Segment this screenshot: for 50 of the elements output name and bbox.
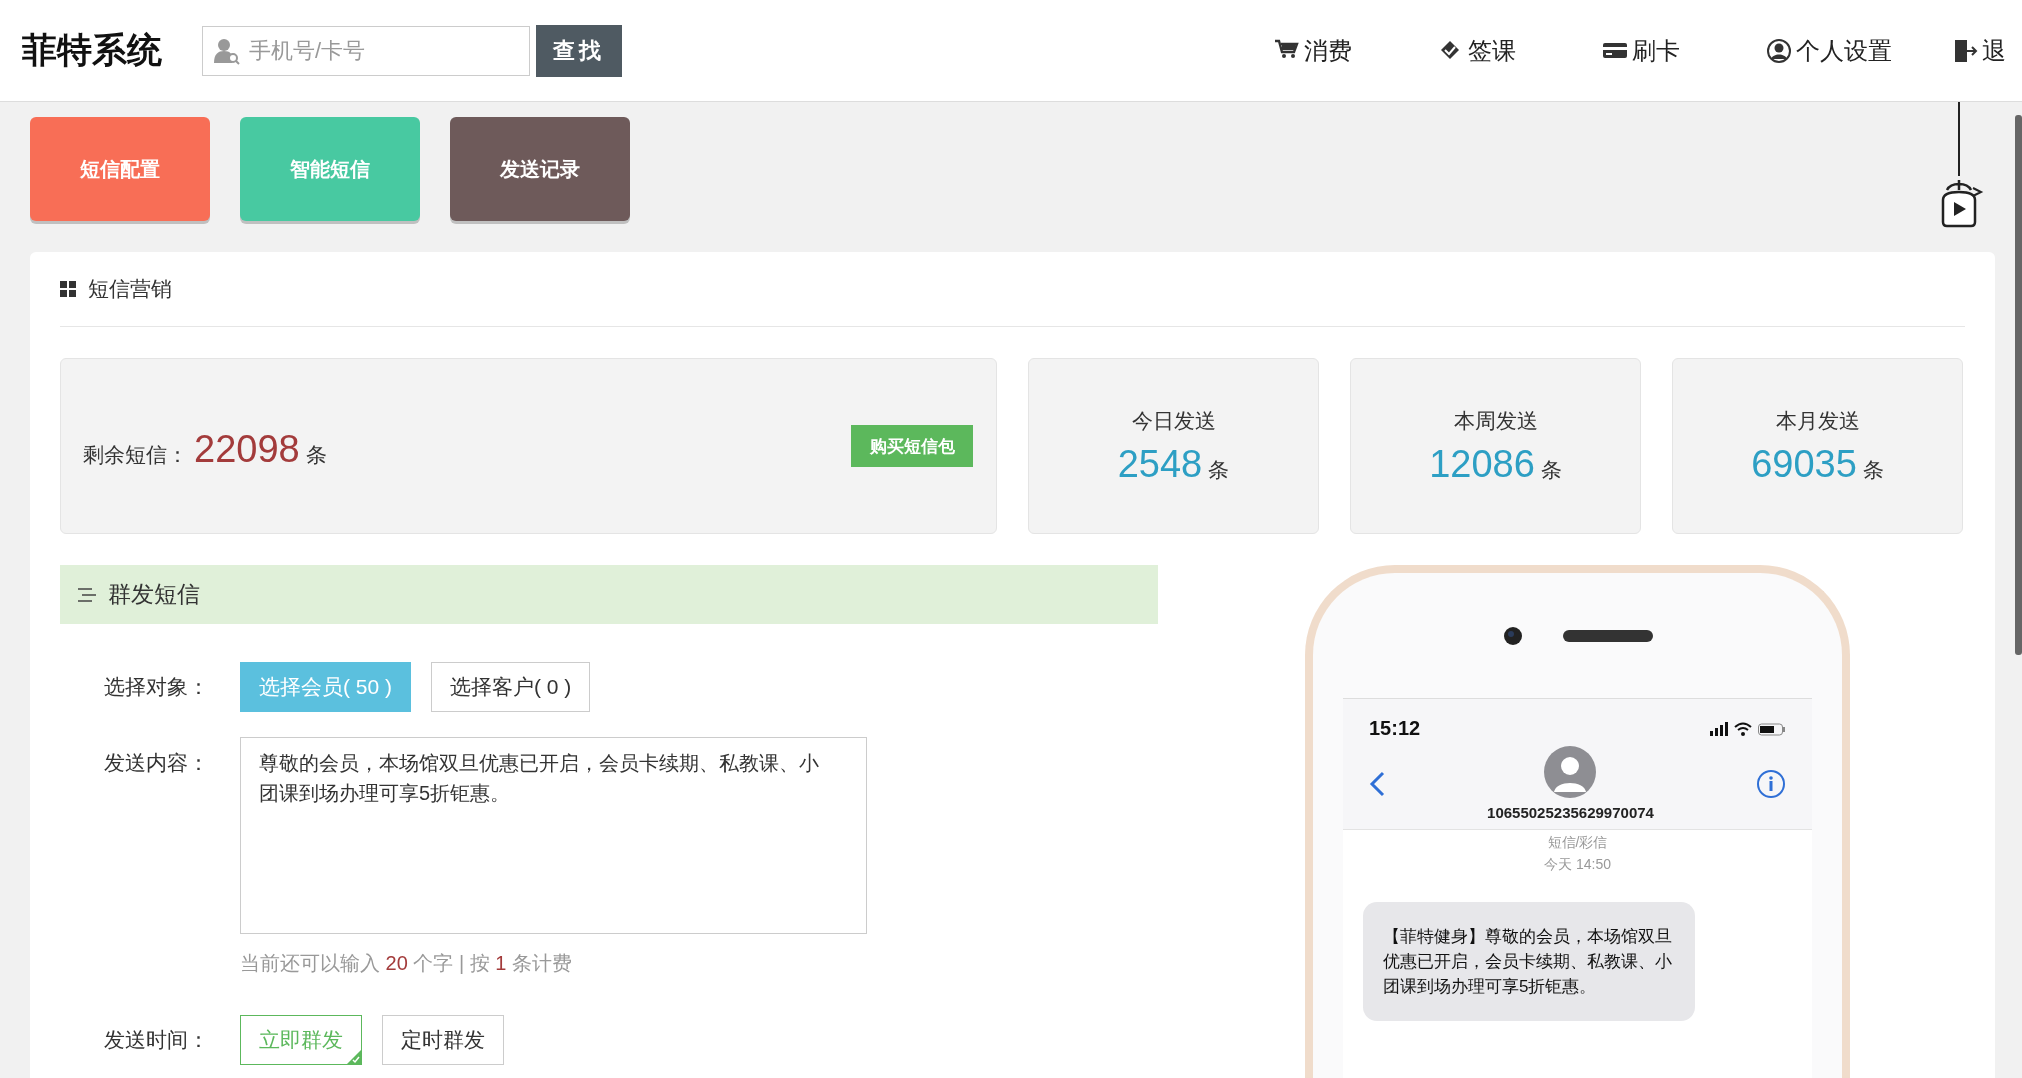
scrollbar-thumb[interactable] bbox=[2015, 115, 2022, 655]
back-icon bbox=[1369, 770, 1385, 797]
stat-label: 本周发送 bbox=[1453, 407, 1538, 434]
unit-label: 条 bbox=[1208, 456, 1230, 483]
option-button[interactable]: 定时群发 bbox=[382, 1015, 504, 1065]
search-field[interactable]: 手机号/卡号 bbox=[202, 25, 530, 76]
stat-label: 今日发送 bbox=[1131, 407, 1216, 434]
unit-label: 条 bbox=[305, 441, 327, 468]
nav-link[interactable]: 退 bbox=[1952, 34, 2022, 67]
battery-icon bbox=[1758, 721, 1786, 736]
stat-label: 本月发送 bbox=[1775, 407, 1860, 434]
nav-link[interactable]: 消费 bbox=[1274, 34, 1352, 67]
signal-icon bbox=[1710, 721, 1728, 736]
list-icon bbox=[78, 587, 96, 602]
search-button[interactable]: 查找 bbox=[536, 24, 622, 77]
info-icon bbox=[1756, 768, 1786, 799]
user-icon bbox=[1766, 37, 1792, 64]
form-label: 发送内容： bbox=[104, 750, 210, 776]
balance-label: 剩余短信： bbox=[83, 441, 188, 468]
check-corner-icon bbox=[347, 1050, 361, 1064]
option-button[interactable]: 选择客户( 0 ) bbox=[431, 662, 591, 712]
section-title: 群发短信 bbox=[108, 580, 200, 609]
app-title: 菲特系统 bbox=[22, 29, 163, 71]
grid-icon bbox=[60, 281, 76, 297]
unit-label: 条 bbox=[1862, 456, 1884, 483]
message-type: 短信/彩信 bbox=[1546, 834, 1609, 852]
speaker-icon bbox=[1562, 629, 1653, 642]
message-field[interactable]: 尊敬的会员，本场馆双旦优惠已开启，会员卡续期、私教课、小团课到场办理可享5折钜惠。 bbox=[240, 737, 867, 934]
stat-value: 69035 bbox=[1751, 442, 1857, 486]
nav-link[interactable]: 签课 bbox=[1438, 34, 1516, 67]
character-count-hint: 当前还可以输入 20 个字 | 按 1 条计费 bbox=[240, 951, 573, 976]
stat-value: 2548 bbox=[1117, 442, 1203, 486]
menu-tile[interactable]: 发送记录 bbox=[450, 117, 630, 221]
unit-label: 条 bbox=[1540, 456, 1562, 483]
stat-value: 12086 bbox=[1429, 442, 1535, 486]
user-search-icon bbox=[214, 36, 240, 65]
nav-link[interactable]: 刷卡 bbox=[1602, 34, 1680, 67]
exit-icon bbox=[1952, 37, 1978, 64]
form-label: 选择对象： bbox=[104, 674, 210, 700]
clock-time: 15:12 bbox=[1369, 717, 1421, 740]
avatar-icon bbox=[1544, 746, 1597, 798]
balance-value: 22098 bbox=[194, 427, 300, 471]
panel-title: 短信营销 bbox=[88, 276, 172, 302]
camera-icon bbox=[1502, 625, 1523, 646]
form-label: 发送时间： bbox=[104, 1027, 210, 1053]
wifi-icon bbox=[1734, 721, 1752, 736]
message-bubble: 【菲特健身】尊敬的会员，本场馆双旦优惠已开启，会员卡续期、私教课、小团课到场办理可享5折钜惠。 bbox=[1363, 902, 1695, 1021]
sender-number: 10655025235629970074 bbox=[1487, 804, 1654, 821]
nav-link[interactable]: 个人设置 bbox=[1766, 34, 1892, 67]
message-date: 今天 14:50 bbox=[1543, 856, 1612, 874]
